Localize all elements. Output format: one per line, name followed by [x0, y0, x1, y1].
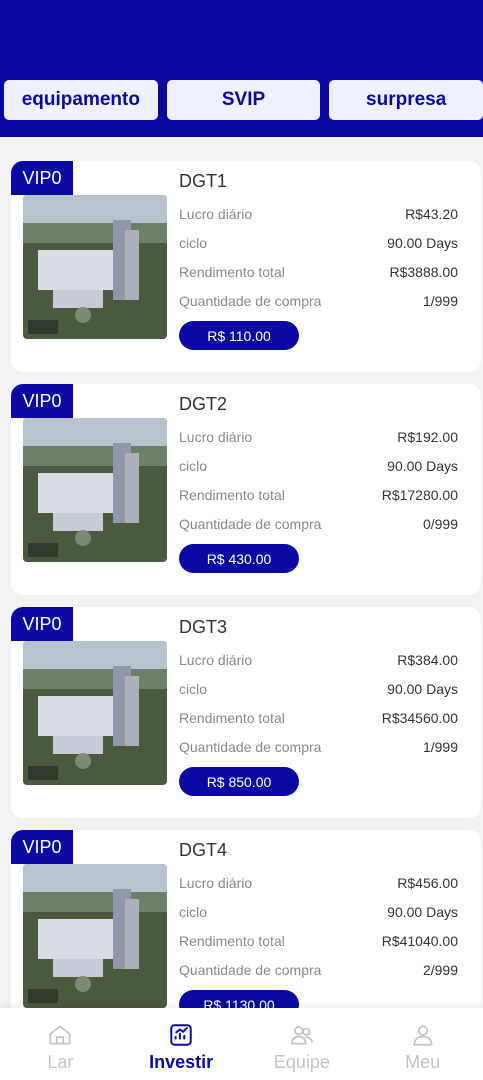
purchase-qty-value: 1/999 [422, 738, 458, 755]
total-income-value: R$34560.00 [381, 709, 458, 726]
cycle-label: ciclo [179, 457, 208, 474]
cycle-row: ciclo 90.00 Days [179, 897, 458, 926]
header: equipamento SVIP surpresa [0, 0, 483, 137]
cycle-value: 90.00 Days [387, 680, 458, 697]
product-list: VIP0 DGT1 Lucro diário R$43.20 ciclo 90.00… [11, 161, 481, 1053]
product-card: VIP0 DGT2 Lucro diário R$192.00 ciclo 90.0… [11, 384, 481, 595]
daily-profit-value: R$456.00 [397, 874, 458, 891]
purchase-qty-label: Quantidade de compra [179, 515, 322, 532]
daily-profit-row: Lucro diário R$384.00 [179, 645, 458, 674]
daily-profit-row: Lucro diário R$456.00 [179, 868, 458, 897]
tab-svip[interactable]: SVIP [166, 80, 321, 120]
total-income-row: Rendimento total R$17280.00 [179, 480, 458, 509]
cycle-label: ciclo [179, 680, 208, 697]
product-details: Lucro diário R$456.00 ciclo 90.00 Days Ren… [179, 868, 458, 984]
chart-icon [170, 1024, 192, 1046]
product-card: VIP0 DGT1 Lucro diário R$43.20 ciclo 90.00… [11, 161, 481, 372]
purchase-qty-label: Quantidade de compra [179, 738, 322, 755]
purchase-qty-value: 0/999 [422, 515, 458, 532]
vip-badge: VIP0 [11, 607, 73, 641]
total-income-value: R$3888.00 [389, 263, 458, 280]
total-income-value: R$17280.00 [381, 486, 458, 503]
purchase-qty-row: Quantidade de compra 1/999 [179, 286, 458, 315]
purchase-qty-row: Quantidade de compra 2/999 [179, 955, 458, 984]
product-image [23, 864, 167, 1008]
total-income-row: Rendimento total R$3888.00 [179, 257, 458, 286]
daily-profit-label: Lucro diário [179, 205, 253, 222]
cycle-value: 90.00 Days [387, 234, 458, 251]
product-details: Lucro diário R$43.20 ciclo 90.00 Days Rend… [179, 199, 458, 315]
cycle-value: 90.00 Days [387, 457, 458, 474]
nav-item-meu[interactable]: Meu [362, 1008, 483, 1080]
cycle-label: ciclo [179, 903, 208, 920]
total-income-label: Rendimento total [179, 932, 285, 949]
product-card: VIP0 DGT3 Lucro diário R$384.00 ciclo 90.0… [11, 607, 481, 818]
team-icon [290, 1026, 314, 1045]
purchase-qty-label: Quantidade de compra [179, 292, 322, 309]
cycle-row: ciclo 90.00 Days [179, 451, 458, 480]
cycle-row: ciclo 90.00 Days [179, 228, 458, 257]
product-name: DGT4 [179, 840, 228, 860]
buy-button[interactable]: R$ 430.00 [179, 544, 299, 573]
nav-label: Investir [149, 1052, 214, 1072]
product-details: Lucro diário R$192.00 ciclo 90.00 Days Ren… [179, 422, 458, 538]
daily-profit-label: Lucro diário [179, 651, 253, 668]
purchase-qty-row: Quantidade de compra 0/999 [179, 509, 458, 538]
total-income-value: R$41040.00 [381, 932, 458, 949]
nav-label: Meu [405, 1052, 441, 1072]
total-income-label: Rendimento total [179, 263, 285, 280]
category-tabs: equipamento SVIP surpresa [4, 80, 483, 120]
product-name: DGT3 [179, 617, 228, 637]
purchase-qty-label: Quantidade de compra [179, 961, 322, 978]
bottom-nav: Lar Investir Equipe Meu [0, 1008, 483, 1080]
total-income-row: Rendimento total R$34560.00 [179, 703, 458, 732]
total-income-label: Rendimento total [179, 486, 285, 503]
nav-item-equipe[interactable]: Equipe [242, 1008, 363, 1080]
product-image [23, 418, 167, 562]
product-image [23, 641, 167, 785]
tab-equipamento[interactable]: equipamento [4, 80, 158, 120]
cycle-value: 90.00 Days [387, 903, 458, 920]
nav-label: Equipe [273, 1052, 330, 1072]
tab-surpresa[interactable]: surpresa [329, 80, 483, 120]
total-income-row: Rendimento total R$41040.00 [179, 926, 458, 955]
user-icon [413, 1025, 433, 1046]
purchase-qty-value: 2/999 [422, 961, 458, 978]
daily-profit-row: Lucro diário R$43.20 [179, 199, 458, 228]
daily-profit-label: Lucro diário [179, 428, 253, 445]
home-icon [49, 1025, 71, 1045]
vip-badge: VIP0 [11, 161, 73, 195]
product-image [23, 195, 167, 339]
nav-item-investir[interactable]: Investir [121, 1008, 242, 1080]
daily-profit-row: Lucro diário R$192.00 [179, 422, 458, 451]
product-name: DGT2 [179, 394, 228, 414]
total-income-label: Rendimento total [179, 709, 285, 726]
cycle-label: ciclo [179, 234, 208, 251]
vip-badge: VIP0 [11, 830, 73, 864]
cycle-row: ciclo 90.00 Days [179, 674, 458, 703]
nav-label: Lar [47, 1052, 74, 1072]
daily-profit-value: R$384.00 [397, 651, 458, 668]
vip-badge: VIP0 [11, 384, 73, 418]
nav-item-lar[interactable]: Lar [0, 1008, 121, 1080]
purchase-qty-row: Quantidade de compra 1/999 [179, 732, 458, 761]
product-name: DGT1 [179, 171, 228, 191]
daily-profit-label: Lucro diário [179, 874, 253, 891]
product-details: Lucro diário R$384.00 ciclo 90.00 Days Ren… [179, 645, 458, 761]
buy-button[interactable]: R$ 850.00 [179, 767, 299, 796]
daily-profit-value: R$43.20 [405, 205, 458, 222]
purchase-qty-value: 1/999 [422, 292, 458, 309]
daily-profit-value: R$192.00 [397, 428, 458, 445]
buy-button[interactable]: R$ 110.00 [179, 321, 299, 350]
